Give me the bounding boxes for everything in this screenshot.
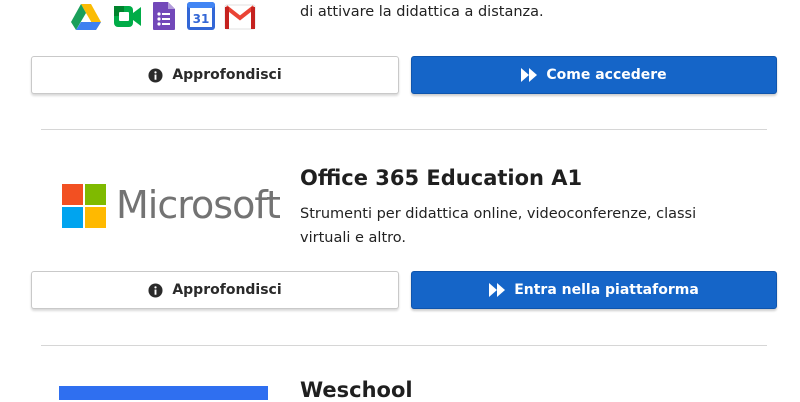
- google-forms-icon: [153, 2, 175, 30]
- google-description: di attivare la didattica a distanza.: [300, 0, 544, 24]
- google-drive-icon: [71, 4, 101, 30]
- fast-forward-icon: [489, 283, 506, 297]
- microsoft-logo: Microsoft: [62, 183, 281, 230]
- weschool-logo: [59, 386, 268, 400]
- fast-forward-icon: [521, 68, 538, 82]
- google-calendar-icon: 31: [187, 2, 215, 30]
- office365-approfondisci-label: Approfondisci: [172, 282, 282, 298]
- google-approfondisci-label: Approfondisci: [172, 67, 282, 83]
- info-icon: [148, 67, 163, 83]
- info-icon: [148, 282, 163, 298]
- google-come-accedere-label: Come accedere: [546, 67, 667, 83]
- office365-entra-button[interactable]: Entra nella piattaforma: [411, 271, 777, 309]
- microsoft-windows-icon: [62, 184, 106, 228]
- weschool-title: Weschool: [300, 378, 413, 402]
- office365-description-line2: virtuali e altro.: [300, 230, 406, 246]
- microsoft-logo-text: Microsoft: [116, 183, 281, 227]
- office365-title: Office 365 Education A1: [300, 166, 583, 190]
- divider-1: [41, 129, 767, 130]
- office365-entra-label: Entra nella piattaforma: [514, 282, 699, 298]
- office365-text: Office 365 Education A1 Strumenti per di…: [300, 166, 696, 250]
- google-meet-icon: [114, 6, 141, 27]
- gmail-icon: [224, 4, 256, 30]
- gsuite-app-icons: 31: [70, 0, 260, 32]
- divider-2: [41, 345, 767, 346]
- google-come-accedere-button[interactable]: Come accedere: [411, 56, 777, 94]
- weschool-text: Weschool: [300, 378, 413, 402]
- office365-approfondisci-button[interactable]: Approfondisci: [31, 271, 399, 309]
- google-description-tail: di attivare la didattica a distanza.: [300, 4, 544, 20]
- calendar-day-label: 31: [193, 12, 210, 26]
- google-approfondisci-button[interactable]: Approfondisci: [31, 56, 399, 94]
- office365-description-line1: Strumenti per didattica online, videocon…: [300, 206, 697, 222]
